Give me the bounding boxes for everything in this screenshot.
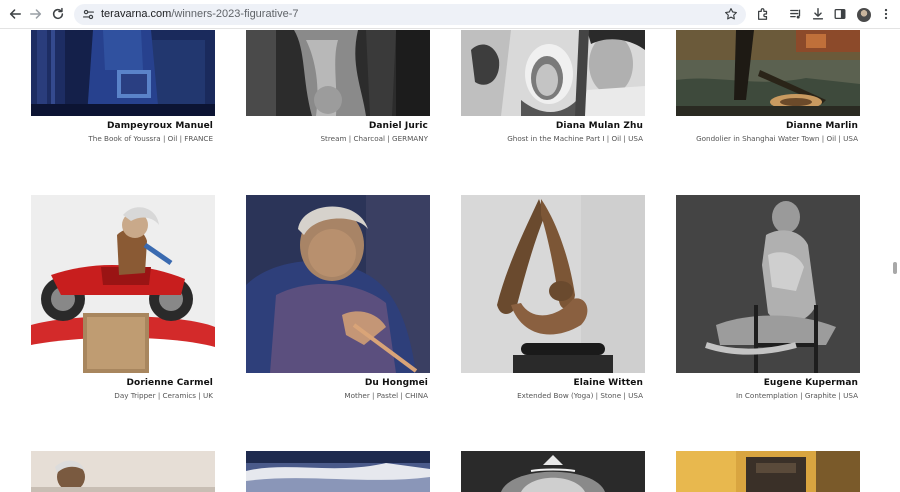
- artwork-image[interactable]: [461, 451, 645, 492]
- artwork-caption: In Contemplation | Graphite | USA: [735, 391, 858, 400]
- artwork-image[interactable]: [246, 30, 430, 116]
- gallery-card[interactable]: Dorienne Carmel Day Tripper | Ceramics |…: [31, 195, 215, 405]
- artist-name: Daniel Juric: [368, 121, 428, 131]
- gallery-card[interactable]: Du Hongmei Mother | Pastel | CHINA: [246, 195, 430, 405]
- back-button[interactable]: [5, 4, 25, 24]
- downloads-button[interactable]: [808, 4, 828, 24]
- scrollbar-thumb[interactable]: [893, 262, 897, 274]
- url-text[interactable]: teravarna.com/winners-2023-figurative-7: [101, 7, 298, 22]
- reload-icon: [52, 7, 64, 20]
- artwork-image[interactable]: [246, 195, 430, 373]
- artwork-image[interactable]: [461, 30, 645, 116]
- artwork-image[interactable]: [246, 451, 430, 492]
- address-bar[interactable]: teravarna.com/winners-2023-figurative-7: [74, 4, 746, 25]
- profile-avatar[interactable]: [857, 8, 871, 22]
- side-panel-icon: [834, 8, 846, 20]
- artwork-caption: Gondolier in Shanghai Water Town | Oil |…: [696, 134, 858, 143]
- artwork-caption: Stream | Charcoal | GERMANY: [320, 134, 428, 143]
- gallery-card[interactable]: Eugene Kuperman In Contemplation | Graph…: [676, 195, 860, 405]
- artist-name: Dianne Marlin: [785, 121, 858, 131]
- gallery-card[interactable]: [676, 451, 860, 492]
- media-controls-button[interactable]: [786, 4, 806, 24]
- gallery-card[interactable]: [31, 451, 215, 492]
- artwork-image[interactable]: [461, 195, 645, 373]
- artwork-caption: The Book of Youssra | Oil | FRANCE: [88, 134, 213, 143]
- gallery-card[interactable]: Dampeyroux Manuel The Book of Youssra | …: [31, 30, 215, 145]
- artist-name: Du Hongmei: [364, 378, 428, 388]
- puzzle-icon: [758, 8, 768, 20]
- artist-name: Eugene Kuperman: [763, 378, 858, 388]
- browser-toolbar: teravarna.com/winners-2023-figurative-7: [0, 0, 900, 29]
- extensions-button[interactable]: [753, 4, 773, 24]
- gallery-card[interactable]: Dianne Marlin Gondolier in Shanghai Wate…: [676, 30, 860, 145]
- forward-button[interactable]: [26, 4, 46, 24]
- artwork-image[interactable]: [31, 451, 215, 492]
- artist-name: Elaine Witten: [573, 378, 643, 388]
- page-viewport: Dampeyroux Manuel The Book of Youssra | …: [0, 30, 900, 492]
- download-icon: [812, 8, 824, 20]
- gallery-card[interactable]: Daniel Juric Stream | Charcoal | GERMANY: [246, 30, 430, 145]
- artwork-caption: Mother | Pastel | CHINA: [344, 391, 428, 400]
- artwork-image[interactable]: [676, 30, 860, 116]
- more-vert-icon: [884, 8, 888, 20]
- artwork-caption: Extended Bow (Yoga) | Stone | USA: [517, 391, 643, 400]
- site-settings-icon[interactable]: [82, 8, 95, 21]
- bookmark-star-icon[interactable]: [724, 7, 738, 21]
- url-host: teravarna.com: [101, 8, 172, 20]
- side-panel-button[interactable]: [830, 4, 850, 24]
- menu-button[interactable]: [876, 4, 896, 24]
- queue-music-icon: [790, 9, 801, 19]
- artwork-image[interactable]: [676, 195, 860, 373]
- reload-button[interactable]: [48, 4, 68, 24]
- gallery-card[interactable]: [461, 451, 645, 492]
- arrow-left-icon: [9, 9, 21, 19]
- artist-name: Dorienne Carmel: [126, 378, 213, 388]
- gallery-card[interactable]: Elaine Witten Extended Bow (Yoga) | Ston…: [461, 195, 645, 405]
- artwork-image[interactable]: [676, 451, 860, 492]
- gallery-card[interactable]: [246, 451, 430, 492]
- artwork-caption: Ghost in the Machine Part I | Oil | USA: [507, 134, 643, 143]
- gallery-card[interactable]: Diana Mulan Zhu Ghost in the Machine Par…: [461, 30, 645, 145]
- artwork-caption: Day Tripper | Ceramics | UK: [114, 391, 213, 400]
- artist-name: Dampeyroux Manuel: [106, 121, 213, 131]
- arrow-right-icon: [30, 9, 42, 19]
- url-path: /winners-2023-figurative-7: [171, 8, 299, 20]
- artwork-image[interactable]: [31, 195, 215, 373]
- artist-name: Diana Mulan Zhu: [555, 121, 643, 131]
- artwork-image[interactable]: [31, 30, 215, 116]
